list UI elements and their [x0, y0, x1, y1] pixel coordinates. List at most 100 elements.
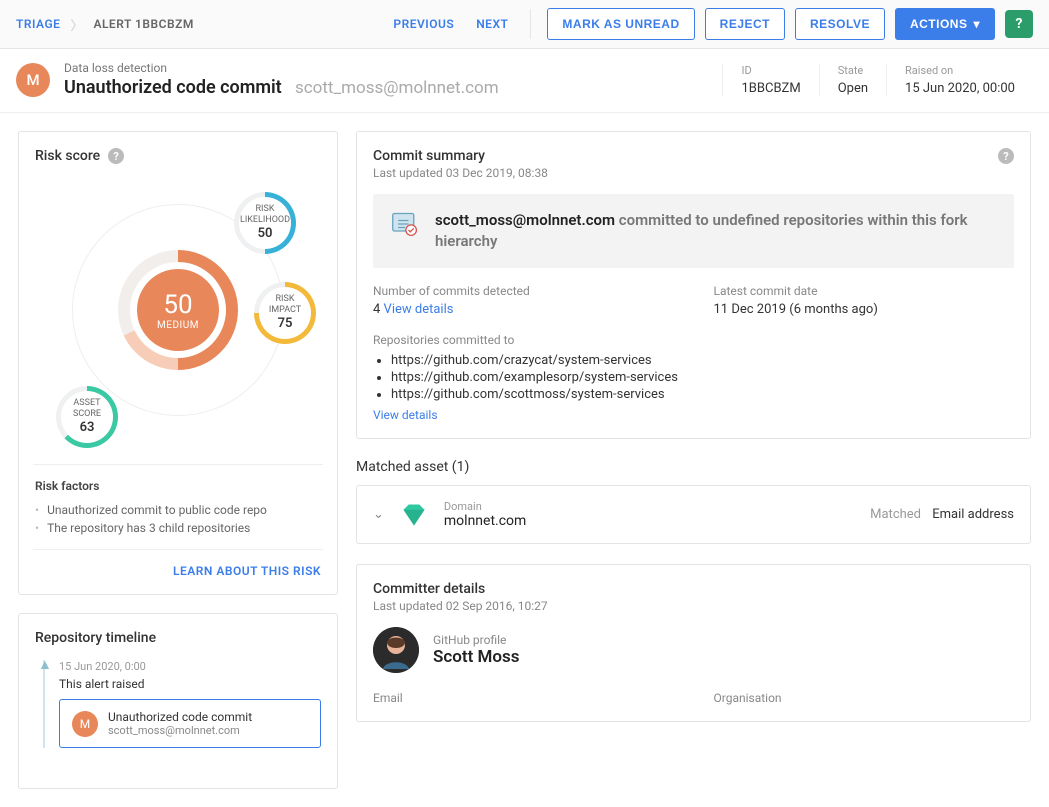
repos-list: https://github.com/crazycat/system-servi…	[391, 353, 1014, 402]
risk-score-ring: 50 MEDIUM	[118, 250, 238, 370]
latest-commit-label: Latest commit date	[714, 284, 1015, 298]
help-icon[interactable]: ?	[998, 148, 1014, 164]
timeline-card[interactable]: M Unauthorized code commit scott_moss@mo…	[59, 699, 321, 748]
risk-likelihood-gauge: RISK LIKELIHOOD50	[234, 192, 296, 254]
asset-score-gauge: ASSET SCORE63	[56, 386, 118, 448]
timeline-entry-date: 15 Jun 2020, 0:00	[59, 660, 321, 673]
expand-icon[interactable]: ⌄	[373, 507, 384, 522]
help-icon[interactable]: ?	[108, 148, 124, 164]
commit-kv: Number of commits detected 4 View detail…	[373, 284, 1014, 317]
asset-value: molnnet.com	[444, 513, 526, 529]
page-subtitle: scott_moss@molnnet.com	[295, 78, 499, 98]
view-details-link[interactable]: View details	[373, 408, 438, 422]
matched-asset-section: Matched asset (1) ⌄ Domain molnnet.com M…	[356, 459, 1031, 544]
risk-score-core: 50 MEDIUM	[137, 269, 219, 351]
profile-label: GitHub profile	[433, 633, 520, 647]
divider	[33, 549, 323, 550]
repo-item: https://github.com/crazycat/system-servi…	[391, 353, 1014, 368]
gem-icon	[400, 501, 428, 529]
divider	[33, 464, 323, 465]
asset-score-value: 63	[73, 420, 101, 436]
next-button[interactable]: NEXT	[470, 11, 514, 37]
alert-header: M Data loss detection Unauthorized code …	[0, 49, 1049, 113]
commit-summary-updated: Last updated 03 Dec 2019, 08:38	[373, 166, 548, 180]
risk-visualization: 50 MEDIUM RISK LIKELIHOOD50 RISK IMPACT7…	[38, 170, 318, 450]
risk-score-label: MEDIUM	[157, 320, 199, 331]
view-details-link[interactable]: View details	[384, 302, 454, 317]
commit-summary-title: Commit summary	[373, 148, 548, 164]
matched-label: Matched	[870, 507, 921, 522]
risk-score-title: Risk score ?	[35, 148, 321, 164]
profile-text: GitHub profile Scott Moss	[433, 633, 520, 667]
help-icon[interactable]: ?	[1005, 10, 1033, 38]
body: Risk score ? 50 MEDIUM RISK LIKELIHOOD50…	[0, 113, 1049, 807]
asset-type-label: Domain	[444, 500, 526, 513]
breadcrumb-triage[interactable]: TRIAGE	[16, 17, 60, 31]
header-meta: ID 1BBCBZM State Open Raised on 15 Jun 2…	[722, 64, 1033, 96]
breadcrumb: TRIAGE 〉 ALERT 1BBCBZM	[16, 15, 194, 34]
risk-likelihood-label: RISK LIKELIHOOD	[240, 204, 290, 225]
left-column: Risk score ? 50 MEDIUM RISK LIKELIHOOD50…	[18, 131, 338, 789]
risk-score-value: 50	[163, 290, 192, 320]
latest-commit-value: 11 Dec 2019 (6 months ago)	[714, 302, 1015, 317]
commit-banner-text: scott_moss@molnnet.com committed to unde…	[435, 210, 996, 252]
timeline-avatar: M	[72, 711, 98, 737]
meta-raised-label: Raised on	[905, 64, 1015, 77]
commit-icon	[391, 210, 419, 238]
actions-dropdown[interactable]: ACTIONS ▾	[895, 8, 995, 40]
repos-label: Repositories committed to	[373, 333, 1014, 347]
timeline-arrow-icon: ▲	[38, 656, 52, 673]
committer-profile: GitHub profile Scott Moss	[373, 627, 1014, 673]
risk-score-title-text: Risk score	[35, 148, 100, 164]
topbar-actions: PREVIOUS NEXT MARK AS UNREAD REJECT RESO…	[387, 8, 1033, 40]
header-main: Data loss detection Unauthorized code co…	[64, 61, 708, 98]
resolve-button[interactable]: RESOLVE	[795, 8, 885, 40]
risk-impact-label: RISK IMPACT	[269, 294, 301, 315]
mark-unread-button[interactable]: MARK AS UNREAD	[547, 8, 694, 40]
matched-value: Email address	[932, 507, 1014, 522]
meta-id: ID 1BBCBZM	[722, 64, 818, 96]
timeline-card-body: Unauthorized code commit scott_moss@moln…	[108, 710, 252, 737]
commits-detected-label: Number of commits detected	[373, 284, 674, 298]
risk-impact-value: 75	[269, 316, 301, 332]
timeline: ▲ 15 Jun 2020, 0:00 This alert raised M …	[35, 660, 321, 748]
separator	[530, 9, 531, 39]
risk-likelihood-value: 50	[240, 226, 290, 242]
email-label: Email	[373, 691, 674, 705]
matched-asset-title: Matched asset (1)	[356, 459, 1031, 475]
meta-raised: Raised on 15 Jun 2020, 00:00	[886, 64, 1033, 96]
commits-detected: Number of commits detected 4 View detail…	[373, 284, 674, 317]
asset-match: Matched Email address	[870, 507, 1014, 522]
meta-state-value: Open	[838, 81, 868, 96]
meta-state: State Open	[819, 64, 886, 96]
repo-item: https://github.com/scottmoss/system-serv…	[391, 387, 1014, 402]
page-title: Unauthorized code commit	[64, 77, 282, 98]
risk-impact-gauge: RISK IMPACT75	[254, 282, 316, 344]
asset-info: Domain molnnet.com	[444, 500, 526, 529]
avatar: M	[16, 63, 50, 97]
chevron-down-icon: ▾	[973, 17, 980, 31]
profile-name: Scott Moss	[433, 647, 520, 667]
commit-summary-card: Commit summary Last updated 03 Dec 2019,…	[356, 131, 1031, 439]
meta-id-value: 1BBCBZM	[741, 81, 800, 96]
actions-label: ACTIONS	[910, 17, 968, 31]
commit-banner: scott_moss@molnnet.com committed to unde…	[373, 194, 1014, 268]
timeline-card-sub: scott_moss@molnnet.com	[108, 724, 252, 737]
timeline-card-title: Unauthorized code commit	[108, 710, 252, 724]
matched-asset-row[interactable]: ⌄ Domain molnnet.com Matched Email addre…	[356, 485, 1031, 544]
previous-button[interactable]: PREVIOUS	[387, 11, 460, 37]
learn-about-risk-link[interactable]: LEARN ABOUT THIS RISK	[35, 564, 321, 578]
risk-factors-list: Unauthorized commit to public code repo …	[35, 503, 321, 535]
committer-updated: Last updated 02 Sep 2016, 10:27	[373, 599, 1014, 613]
header-kicker: Data loss detection	[64, 61, 708, 75]
breadcrumb-separator-icon: 〉	[70, 15, 83, 34]
right-column: Commit summary Last updated 03 Dec 2019,…	[356, 131, 1031, 722]
meta-raised-value: 15 Jun 2020, 00:00	[905, 81, 1015, 96]
topbar: TRIAGE 〉 ALERT 1BBCBZM PREVIOUS NEXT MAR…	[0, 0, 1049, 49]
committer-fields: Email Organisation	[373, 691, 1014, 705]
timeline-title: Repository timeline	[35, 630, 321, 646]
commits-count: 4	[373, 302, 380, 317]
repository-timeline-card: Repository timeline ▲ 15 Jun 2020, 0:00 …	[18, 613, 338, 789]
commit-banner-actor: scott_moss@molnnet.com	[435, 211, 615, 229]
reject-button[interactable]: REJECT	[705, 8, 785, 40]
